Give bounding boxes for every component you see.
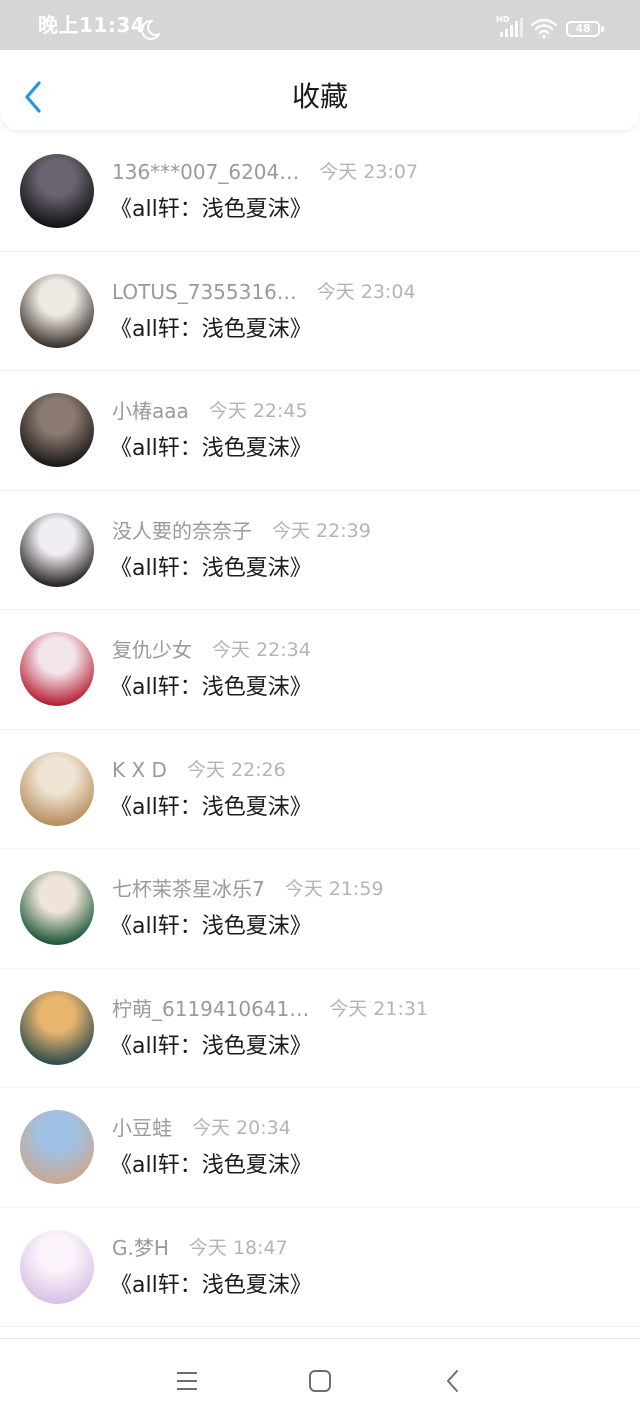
timestamp: 今天 18:47 — [188, 1236, 288, 1259]
avatar[interactable] — [20, 990, 94, 1065]
favorites-list: 136***007_6204… 今天 23:07 《all轩：浅色夏沫》 LOT… — [0, 132, 640, 1327]
wifi-icon — [530, 18, 558, 39]
item-meta: K X D 今天 22:26 — [112, 758, 286, 782]
timestamp: 今天 23:04 — [316, 280, 416, 303]
status-time: 晚上11:34 — [38, 13, 146, 37]
favorite-item[interactable]: 136***007_6204… 今天 23:07 《all轩：浅色夏沫》 — [0, 132, 640, 252]
avatar[interactable] — [20, 751, 94, 826]
avatar[interactable] — [20, 393, 94, 467]
timestamp: 今天 21:59 — [284, 878, 384, 900]
user-name[interactable]: 柠萌_6119410641… — [112, 997, 309, 1021]
avatar[interactable] — [20, 871, 94, 945]
story-title[interactable]: 《all轩：浅色夏沫》 — [110, 434, 312, 464]
timestamp: 今天 20:34 — [192, 1117, 291, 1139]
divider — [0, 1326, 640, 1327]
home-icon[interactable] — [307, 1368, 333, 1394]
item-meta: 136***007_6204… 今天 23:07 — [112, 160, 418, 184]
favorite-item[interactable]: 小豆蛙 今天 20:34 《all轩：浅色夏沫》 — [0, 1088, 640, 1208]
item-meta: 没人要的奈奈子 今天 22:39 — [112, 519, 371, 543]
moon-icon — [140, 19, 160, 40]
user-name[interactable]: 小椿aaa — [112, 399, 189, 423]
story-title[interactable]: 《all轩：浅色夏沫》 — [110, 673, 312, 703]
story-title[interactable]: 《all轩：浅色夏沫》 — [110, 912, 312, 942]
status-bar: 晚上11:34 HD 48 — [0, 0, 640, 50]
favorite-item[interactable]: LOTUS_7355316… 今天 23:04 《all轩：浅色夏沫》 — [0, 252, 640, 371]
story-title[interactable]: 《all轩：浅色夏沫》 — [110, 315, 312, 345]
avatar[interactable] — [20, 273, 94, 348]
timestamp: 今天 21:31 — [329, 997, 429, 1020]
favorite-item[interactable]: K X D 今天 22:26 《all轩：浅色夏沫》 — [0, 730, 640, 849]
timestamp: 今天 22:39 — [272, 519, 371, 542]
user-name[interactable]: 小豆蛙 — [112, 1116, 172, 1140]
item-meta: 柠萌_6119410641… 今天 21:31 — [112, 997, 428, 1021]
battery-nub — [601, 26, 604, 32]
item-meta: 小豆蛙 今天 20:34 — [112, 1116, 291, 1140]
timestamp: 今天 23:07 — [319, 161, 419, 183]
timestamp: 今天 22:26 — [186, 758, 286, 781]
user-name[interactable]: 七杯茉茶星冰乐7 — [112, 877, 265, 901]
item-meta: 七杯茉茶星冰乐7 今天 21:59 — [112, 877, 384, 901]
favorite-item[interactable]: 没人要的奈奈子 今天 22:39 《all轩：浅色夏沫》 — [0, 491, 640, 610]
favorite-item[interactable]: 小椿aaa 今天 22:45 《all轩：浅色夏沫》 — [0, 371, 640, 491]
item-meta: LOTUS_7355316… 今天 23:04 — [112, 280, 416, 304]
user-name[interactable]: K X D — [112, 758, 167, 782]
user-name[interactable]: 没人要的奈奈子 — [112, 519, 252, 543]
avatar[interactable] — [20, 1110, 94, 1184]
user-name[interactable]: G.梦H — [112, 1236, 169, 1260]
story-title[interactable]: 《all轩：浅色夏沫》 — [110, 1151, 312, 1181]
timestamp: 今天 22:45 — [208, 400, 308, 422]
item-meta: G.梦H 今天 18:47 — [112, 1236, 288, 1260]
signal-icon: HD — [496, 15, 524, 39]
item-meta: 小椿aaa 今天 22:45 — [112, 399, 308, 423]
battery-level: 48 — [575, 22, 591, 35]
system-nav-bar — [0, 1338, 640, 1422]
battery-icon: 48 — [566, 21, 600, 37]
avatar[interactable] — [20, 512, 94, 587]
story-title[interactable]: 《all轩：浅色夏沫》 — [110, 554, 312, 584]
story-title[interactable]: 《all轩：浅色夏沫》 — [110, 1032, 312, 1062]
user-name[interactable]: 136***007_6204… — [112, 160, 299, 184]
header: 收藏 — [0, 50, 640, 130]
item-meta: 复仇少女 今天 22:34 — [112, 638, 311, 662]
story-title[interactable]: 《all轩：浅色夏沫》 — [110, 793, 312, 823]
network-label: HD — [496, 15, 510, 24]
back-icon[interactable] — [440, 1368, 466, 1394]
user-name[interactable]: LOTUS_7355316… — [112, 280, 297, 304]
favorite-item[interactable]: 七杯茉茶星冰乐7 今天 21:59 《all轩：浅色夏沫》 — [0, 849, 640, 969]
favorite-item[interactable]: 复仇少女 今天 22:34 《all轩：浅色夏沫》 — [0, 610, 640, 730]
story-title[interactable]: 《all轩：浅色夏沫》 — [110, 1271, 312, 1301]
page-title: 收藏 — [291, 80, 348, 113]
avatar[interactable] — [20, 154, 94, 228]
favorite-item[interactable]: 柠萌_6119410641… 今天 21:31 《all轩：浅色夏沫》 — [0, 969, 640, 1088]
user-name[interactable]: 复仇少女 — [112, 638, 192, 662]
favorite-item[interactable]: G.梦H 今天 18:47 《all轩：浅色夏沫》 — [0, 1208, 640, 1327]
avatar[interactable] — [20, 632, 94, 706]
menu-icon[interactable] — [174, 1368, 200, 1394]
story-title[interactable]: 《all轩：浅色夏沫》 — [110, 195, 312, 225]
avatar[interactable] — [20, 1229, 94, 1304]
timestamp: 今天 22:34 — [212, 639, 311, 661]
